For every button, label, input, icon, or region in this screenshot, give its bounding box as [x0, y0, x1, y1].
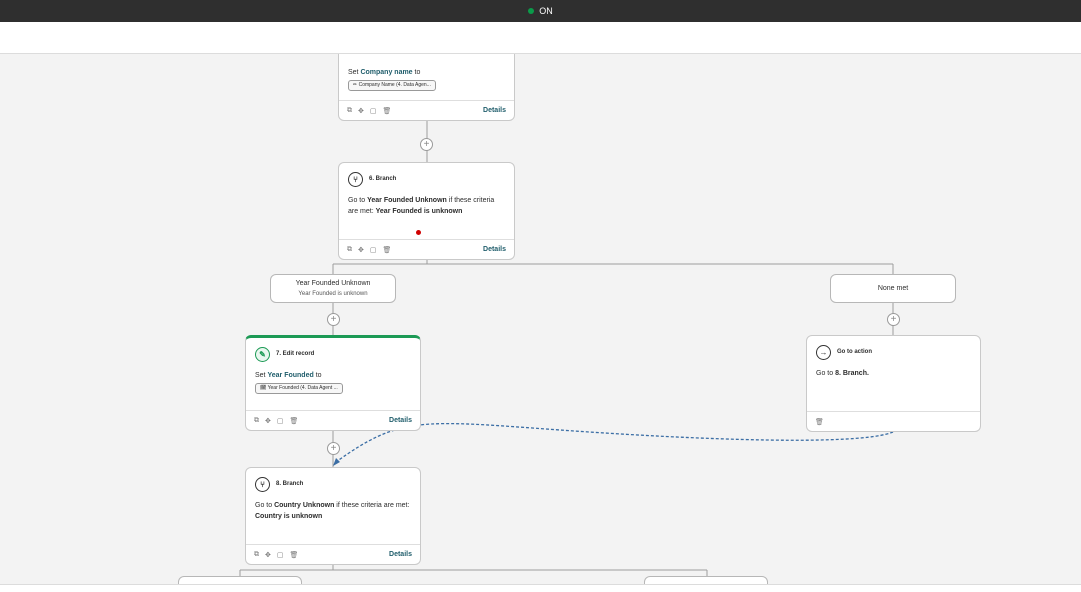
card-title: 7. Edit record: [276, 351, 315, 357]
plus-icon[interactable]: +: [420, 138, 433, 151]
branch-icon: ⑂: [255, 477, 270, 492]
plus-icon[interactable]: +: [887, 313, 900, 326]
status-label: ON: [539, 6, 553, 16]
edit-record-icon: ✎: [255, 347, 270, 362]
connector-lines: [239, 121, 894, 585]
details-link[interactable]: Details: [389, 551, 412, 558]
copy-icon[interactable]: ⧉: [347, 246, 352, 254]
card-title: 6. Branch: [369, 176, 397, 182]
branch-card-8[interactable]: ⑂ 8. Branch Go to Country Unknown if the…: [245, 467, 421, 565]
goto-action-card[interactable]: → Go to action Go to 8. Branch. 🗑: [806, 335, 981, 432]
set-field-text: Set Company name to: [348, 69, 421, 76]
arrow-right-icon: →: [816, 345, 831, 360]
delete-icon[interactable]: 🗑: [815, 418, 824, 426]
edit-record-card-7[interactable]: ✎ 7. Edit record Set Year Founded to 🗓 Y…: [245, 335, 421, 431]
details-link[interactable]: Details: [389, 417, 412, 424]
card-title: 8. Branch: [276, 481, 304, 487]
copy-icon[interactable]: ⧉: [254, 417, 259, 425]
branch-none-met[interactable]: None met: [830, 274, 956, 303]
details-link[interactable]: Details: [483, 107, 506, 114]
details-link[interactable]: Details: [483, 246, 506, 253]
copy-icon[interactable]: ⧉: [254, 551, 259, 559]
clone-icon[interactable]: ▢: [277, 417, 284, 425]
delete-icon[interactable]: 🗑: [290, 551, 299, 559]
branch-description: Go to Country Unknown if these criteria …: [255, 502, 410, 520]
move-icon[interactable]: ✥: [265, 417, 271, 425]
status-dot: [528, 8, 535, 14]
workflow-canvas[interactable]: Set Company name to ✏ Company Name (4. D…: [0, 54, 1081, 585]
delete-icon[interactable]: 🗑: [383, 246, 392, 254]
value-token[interactable]: 🗓 Year Founded (4. Data Agent ...: [255, 383, 343, 394]
workflow-header: [0, 22, 1081, 54]
plus-icon[interactable]: +: [327, 313, 340, 326]
plus-icon[interactable]: +: [327, 442, 340, 455]
edit-record-card-5[interactable]: Set Company name to ✏ Company Name (4. D…: [338, 54, 515, 121]
clone-icon[interactable]: ▢: [370, 246, 377, 254]
value-token[interactable]: ✏ Company Name (4. Data Agen...: [348, 80, 436, 91]
set-field-text: Set Year Founded to: [255, 372, 322, 379]
clone-icon[interactable]: ▢: [370, 107, 377, 115]
delete-icon[interactable]: 🗑: [290, 417, 299, 425]
clone-icon[interactable]: ▢: [277, 551, 284, 559]
move-icon[interactable]: ✥: [265, 551, 271, 559]
delete-icon[interactable]: 🗑: [383, 107, 392, 115]
error-indicator: [416, 230, 421, 235]
branch-description: Go to Year Founded Unknown if these crit…: [348, 197, 495, 215]
goto-description: Go to 8. Branch.: [816, 370, 869, 377]
branch-year-founded-unknown[interactable]: Year Founded Unknown Year Founded is unk…: [270, 274, 396, 303]
status-bar: ON: [0, 0, 1081, 22]
copy-icon[interactable]: ⧉: [347, 107, 352, 115]
branch-card-6[interactable]: ⑂ 6. Branch Go to Year Founded Unknown i…: [338, 162, 515, 260]
branch-icon: ⑂: [348, 172, 363, 187]
card-title: Go to action: [837, 349, 872, 355]
move-icon[interactable]: ✥: [358, 246, 364, 254]
move-icon[interactable]: ✥: [358, 107, 364, 115]
